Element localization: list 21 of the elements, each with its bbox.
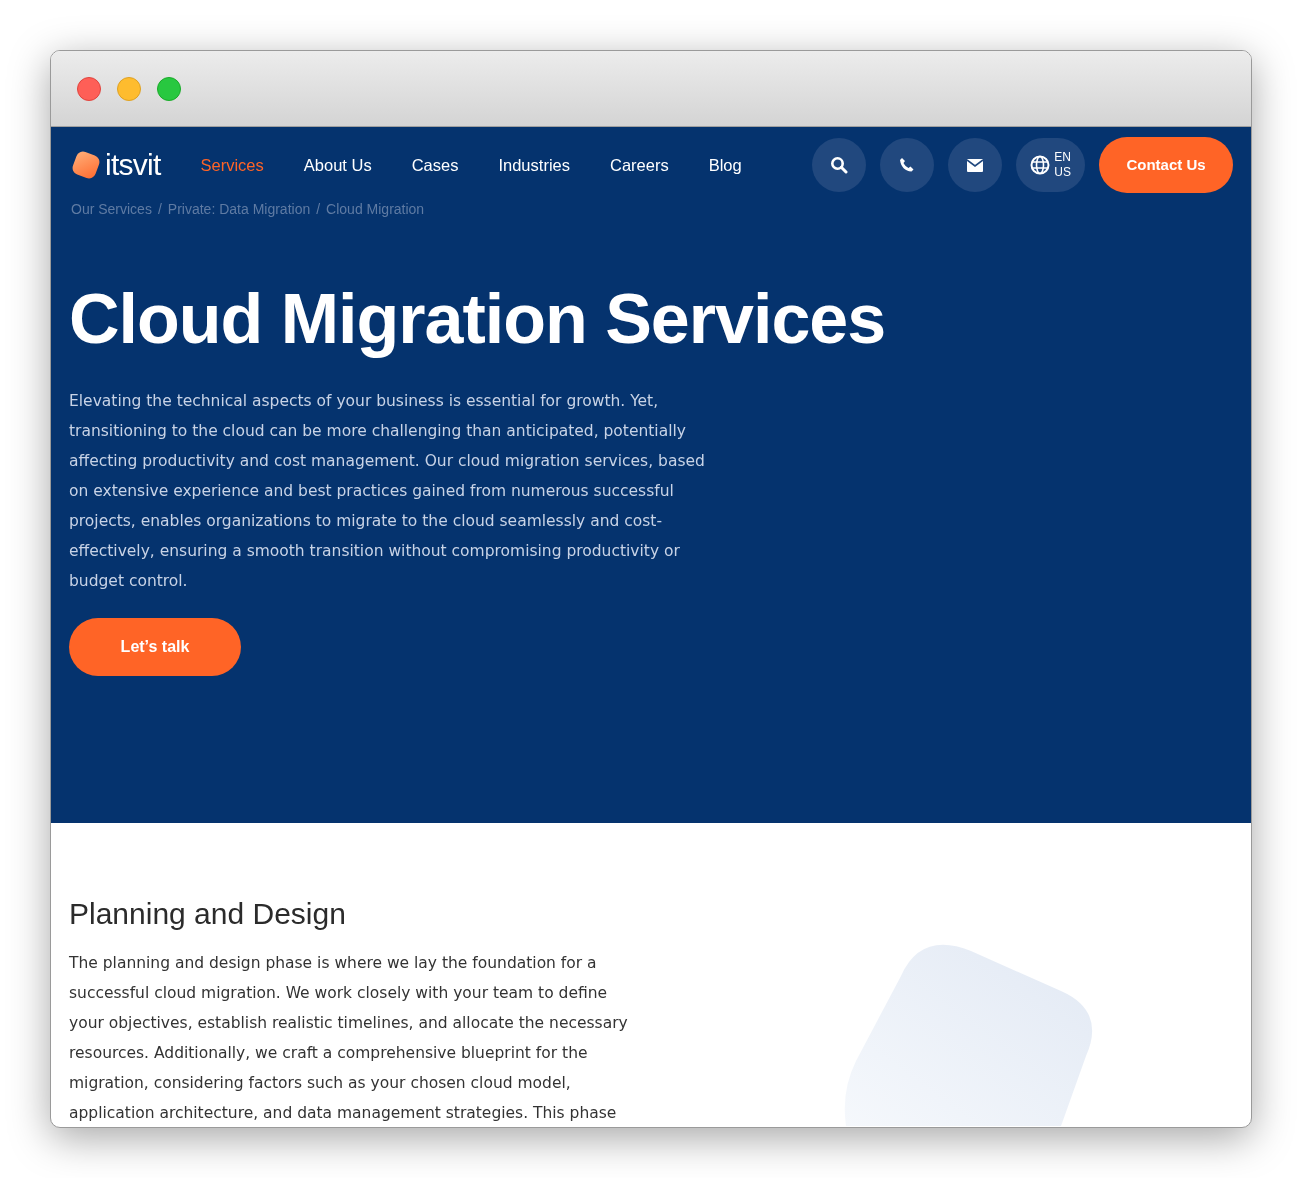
section-description: The planning and design phase is where we lay the foundation for a successful cloud migration. We work closely with your team to define your objectives, establish realistic timelines, and allocate the necessary resources. Additionally, we craft a comprehensive blueprint for the migration, considering factors such as your chosen cloud model, application architecture, and data management strategies. This phase (69, 953, 629, 1124)
language-button[interactable]: EN US (1016, 138, 1085, 192)
search-icon (830, 156, 849, 174)
logo-text[interactable]: itsvit (105, 150, 161, 180)
email-button[interactable] (948, 138, 1003, 192)
close-icon[interactable] (77, 76, 101, 101)
nav-link[interactable]: About Us (283, 152, 392, 178)
phone-button[interactable] (880, 138, 935, 192)
nav-link[interactable]: Careers (590, 152, 689, 178)
nav-link[interactable]: Blog (688, 152, 762, 178)
nav-link[interactable]: Cases (391, 152, 479, 178)
hero-description: Elevating the technical aspects of your business is essential for growth. Yet, transitioning to the cloud can be more challenging than anticipated, potentially affecting productivity and cost management. Our cloud migration services, based on extensive experience and best practices gained from numerous successful projects, enables organizations to migrate to the cloud seamlessly and cost-effectively, ensuring a smooth transition without compromising productivity or budget control. (69, 391, 706, 592)
search-button[interactable] (812, 138, 867, 192)
globe-icon (1030, 155, 1051, 175)
envelope-icon (967, 158, 984, 172)
breadcrumb-separator: / (316, 200, 321, 219)
breadcrumb-separator: / (157, 200, 162, 219)
section-heading: Planning and Design (69, 896, 347, 932)
nav-link[interactable]: Industries (478, 152, 590, 178)
phone-icon (899, 157, 916, 173)
nav-link[interactable]: Services (180, 152, 284, 178)
